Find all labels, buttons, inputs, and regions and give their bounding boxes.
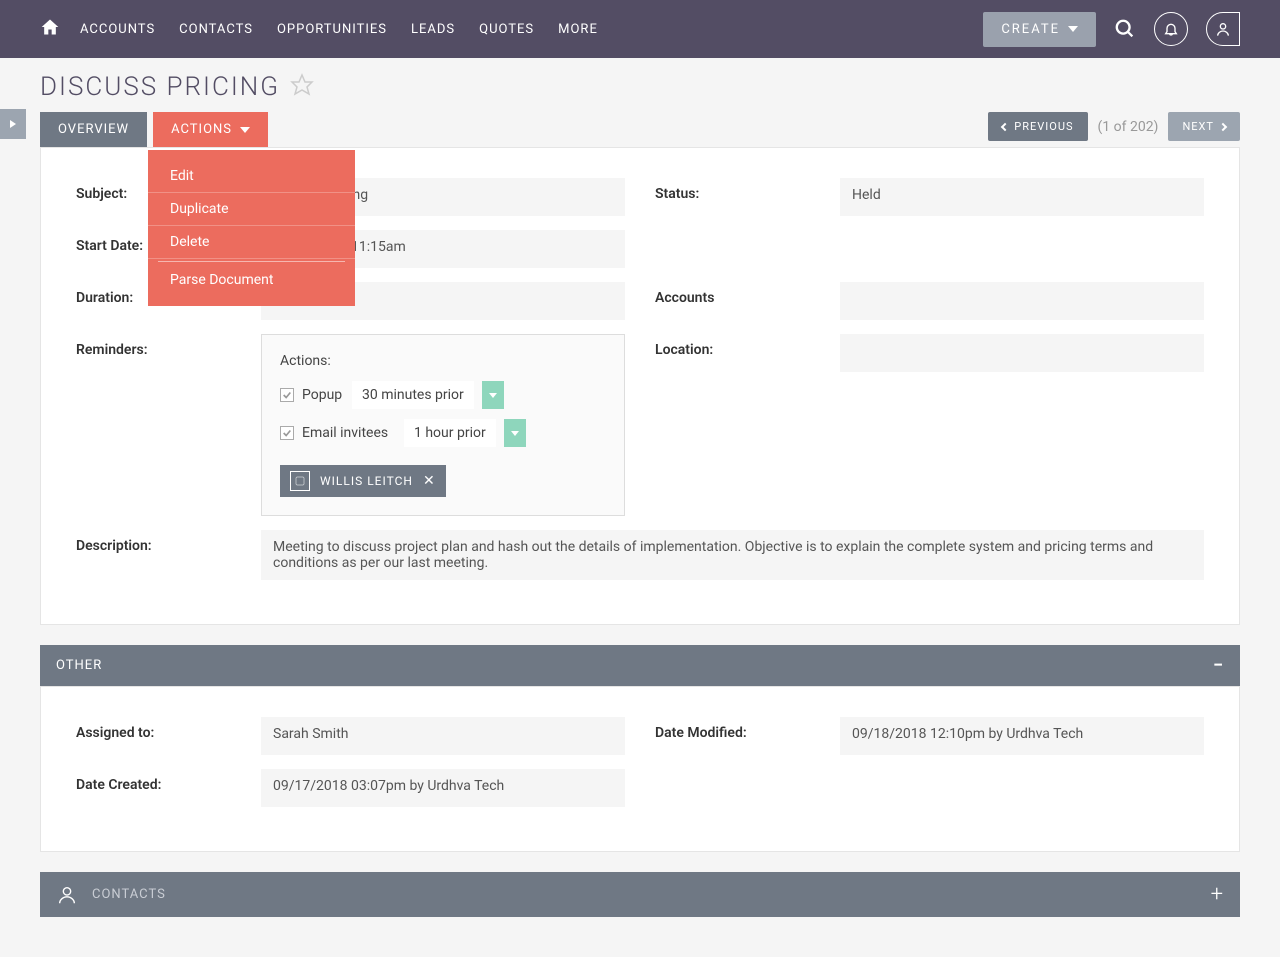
next-button[interactable]: NEXT <box>1168 112 1240 141</box>
previous-button[interactable]: PREVIOUS <box>988 112 1087 141</box>
add-contact-icon[interactable]: + <box>1211 882 1224 907</box>
page-title: DISCUSS PRICING <box>40 72 280 102</box>
action-edit[interactable]: Edit <box>148 160 355 193</box>
popup-interval-dropdown[interactable] <box>482 381 504 409</box>
tab-actions[interactable]: ACTIONS <box>153 112 268 147</box>
action-parse-document[interactable]: Parse Document <box>148 264 355 296</box>
reminders-label: Reminders: <box>76 334 261 358</box>
contacts-icon <box>56 884 78 906</box>
nav-leads[interactable]: LEADS <box>411 22 455 37</box>
status-label: Status: <box>655 178 840 216</box>
popup-interval-value: 30 minutes prior <box>352 381 474 409</box>
next-label: NEXT <box>1182 120 1214 133</box>
invitee-chip: WILLIS LEITCH ✕ <box>280 465 446 497</box>
pager-count: (1 of 202) <box>1098 119 1159 135</box>
other-section-header[interactable]: OTHER − <box>40 645 1240 686</box>
description-value: Meeting to discuss project plan and hash… <box>261 530 1204 580</box>
user-icon[interactable] <box>1206 12 1240 46</box>
chevron-left-icon <box>1001 122 1009 130</box>
nav-quotes[interactable]: QUOTES <box>479 22 534 37</box>
nav-more[interactable]: MORE <box>558 22 598 37</box>
email-interval-dropdown[interactable] <box>504 419 526 447</box>
tab-overview[interactable]: OVERVIEW <box>40 112 147 147</box>
actions-dropdown: Edit Duplicate Delete Parse Document <box>148 150 355 306</box>
accounts-label: Accounts <box>655 282 840 320</box>
contacts-section-title: CONTACTS <box>92 887 166 902</box>
other-section-title: OTHER <box>56 658 102 673</box>
notifications-icon[interactable] <box>1154 12 1188 46</box>
date-created-value: 09/17/2018 03:07pm by Urdhva Tech <box>261 769 625 807</box>
popup-checkbox[interactable] <box>280 388 294 402</box>
create-button[interactable]: CREATE <box>983 12 1096 47</box>
contacts-section-header[interactable]: CONTACTS + <box>40 872 1240 917</box>
nav-accounts[interactable]: ACCOUNTS <box>80 22 155 37</box>
date-modified-value: 09/18/2018 12:10pm by Urdhva Tech <box>840 717 1204 755</box>
action-duplicate[interactable]: Duplicate <box>148 193 355 226</box>
nav-contacts[interactable]: CONTACTS <box>179 22 253 37</box>
chevron-down-icon <box>240 127 250 133</box>
nav-opportunities[interactable]: OPPORTUNITIES <box>277 22 387 37</box>
dropdown-divider <box>158 261 345 262</box>
assigned-to-label: Assigned to: <box>76 717 261 755</box>
create-label: CREATE <box>1001 22 1060 37</box>
person-icon <box>290 471 310 491</box>
chevron-right-icon <box>1219 122 1227 130</box>
description-label: Description: <box>76 530 261 580</box>
reminders-actions-label: Actions: <box>280 353 606 369</box>
collapse-icon[interactable]: − <box>1213 655 1224 676</box>
side-expand-tab[interactable] <box>0 109 26 139</box>
status-value: Held <box>840 178 1204 216</box>
chevron-down-icon <box>489 393 497 398</box>
email-interval-value: 1 hour prior <box>404 419 496 447</box>
home-icon[interactable] <box>40 17 60 41</box>
favorite-star-icon[interactable] <box>290 73 314 101</box>
email-checkbox[interactable] <box>280 426 294 440</box>
assigned-to-value: Sarah Smith <box>261 717 625 755</box>
search-icon[interactable] <box>1114 18 1136 40</box>
popup-checkbox-label: Popup <box>302 387 344 403</box>
accounts-value <box>840 282 1204 320</box>
tab-actions-label: ACTIONS <box>171 122 232 137</box>
date-modified-label: Date Modified: <box>655 717 840 755</box>
chevron-down-icon <box>1068 26 1078 32</box>
previous-label: PREVIOUS <box>1014 120 1073 133</box>
location-value <box>840 334 1204 372</box>
reminders-box: Actions: Popup 30 minutes prior <box>261 334 625 516</box>
chevron-down-icon <box>511 431 519 436</box>
invitee-chip-label: WILLIS LEITCH <box>320 474 413 488</box>
chip-remove-icon[interactable]: ✕ <box>423 473 436 489</box>
location-label: Location: <box>655 334 840 358</box>
date-created-label: Date Created: <box>76 769 261 807</box>
action-delete[interactable]: Delete <box>148 226 355 259</box>
email-checkbox-label: Email invitees <box>302 425 396 441</box>
